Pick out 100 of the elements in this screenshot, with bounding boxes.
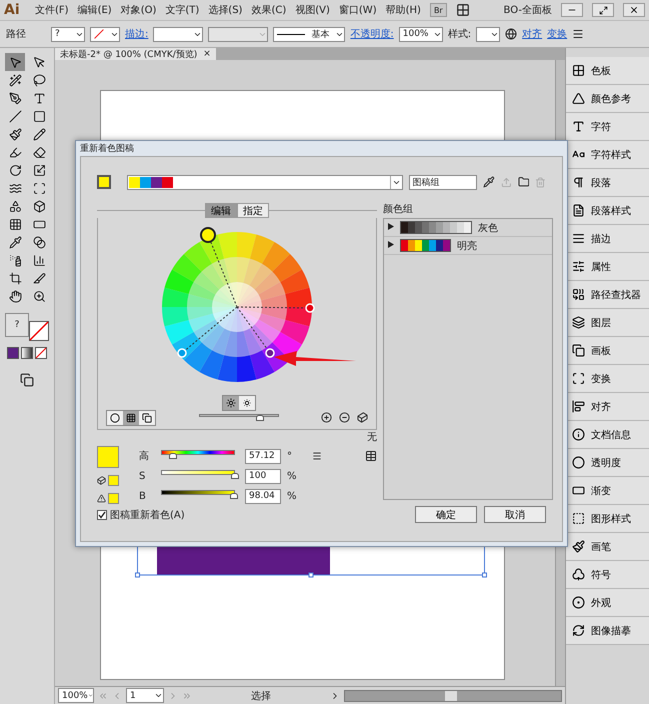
panel-button[interactable]: 字符 — [566, 113, 649, 141]
menu-item[interactable]: 视图(V) — [295, 3, 330, 17]
menu-icon[interactable] — [572, 28, 584, 40]
menu-item[interactable]: 选择(S) — [208, 3, 242, 17]
remove-color-icon[interactable] — [339, 412, 350, 423]
value-field[interactable]: 100 — [245, 468, 281, 484]
color-bars-button[interactable] — [139, 411, 155, 425]
segmented-wheel-button[interactable] — [123, 411, 139, 425]
menu-icon[interactable] — [312, 451, 322, 461]
menu-item[interactable]: 文件(F) — [35, 3, 69, 17]
menu-item[interactable]: 窗口(W) — [338, 3, 377, 17]
fill-dropdown[interactable]: ? — [51, 26, 85, 42]
scrollbar-thumb[interactable] — [445, 690, 457, 700]
slider-thumb[interactable] — [168, 453, 177, 459]
panel-button[interactable]: 属性 — [566, 253, 649, 281]
gradient-button[interactable] — [21, 347, 33, 359]
none-button[interactable] — [35, 347, 47, 359]
current-colors-dropdown[interactable] — [126, 174, 403, 190]
panel-button[interactable]: 透明度 — [566, 449, 649, 477]
expand-icon[interactable] — [388, 223, 394, 232]
harmony-note: 无 — [367, 432, 377, 443]
slider-thumb[interactable] — [231, 473, 239, 479]
selection-arrow-icon — [8, 56, 22, 68]
screen-mode-icon[interactable] — [20, 373, 34, 387]
menu-item[interactable]: 文字(T) — [165, 3, 200, 17]
selected-color-swatch — [97, 446, 119, 468]
panel-button[interactable]: 图层 — [566, 309, 649, 337]
panel-button[interactable]: 段落 — [566, 169, 649, 197]
panel-button[interactable]: 变换 — [566, 365, 649, 393]
zoom-field[interactable]: 100% — [58, 688, 94, 703]
bridge-button[interactable]: Br — [430, 3, 447, 17]
panel-button[interactable]: 描边 — [566, 225, 649, 253]
slider-thumb[interactable] — [256, 415, 264, 421]
horizontal-scrollbar[interactable] — [344, 690, 562, 702]
stroke-weight-field[interactable] — [153, 26, 204, 42]
panel-button[interactable]: 符号 — [566, 561, 649, 589]
add-color-icon[interactable] — [321, 412, 332, 423]
stroke-swatch[interactable] — [29, 321, 49, 341]
value-field[interactable]: 57.12 — [245, 448, 281, 464]
brightness-mode-switcher[interactable] — [222, 395, 256, 411]
panel-button[interactable]: 路径查找器 — [566, 281, 649, 309]
panel-button[interactable]: 渐变 — [566, 477, 649, 505]
layout-icon[interactable] — [456, 3, 470, 17]
folder-icon[interactable] — [518, 176, 530, 188]
align-link[interactable]: 对齐 — [522, 27, 542, 41]
panel-button[interactable]: 外观 — [566, 589, 649, 617]
eraser-icon — [32, 146, 46, 158]
panel-button[interactable]: 对齐 — [566, 393, 649, 421]
menu-item[interactable]: 对象(O) — [120, 3, 156, 17]
expand-icon[interactable] — [388, 241, 394, 250]
checkbox[interactable] — [97, 510, 107, 520]
panel-button[interactable]: 字符样式 — [566, 141, 649, 169]
transform-link[interactable]: 变换 — [547, 27, 568, 41]
page-field[interactable]: 1 — [126, 688, 164, 703]
selection-arrow-tool-button[interactable] — [5, 53, 25, 71]
value-field[interactable]: 98.04 — [245, 488, 281, 504]
ok-button[interactable]: 确定 — [415, 506, 477, 523]
cancel-button[interactable]: 取消 — [484, 506, 546, 523]
panel-button[interactable]: 色板 — [566, 57, 649, 85]
menu-item[interactable]: 效果(C) — [251, 3, 286, 17]
opacity-link[interactable]: 不透明度: — [350, 27, 394, 41]
brightness-button[interactable] — [222, 396, 238, 410]
stroke-profile-dropdown[interactable]: 基本 — [273, 26, 346, 42]
stroke-link[interactable]: 描边: — [125, 27, 148, 41]
tab[interactable]: 编辑 — [205, 203, 237, 218]
saturation-button[interactable] — [238, 396, 254, 410]
group-name-field[interactable]: 图稿组 — [408, 174, 478, 190]
wheel-view-switcher[interactable] — [106, 410, 156, 426]
workspace-switcher[interactable]: BO-全面板 — [504, 3, 552, 17]
tab[interactable]: 指定 — [237, 203, 269, 218]
crop-icon — [8, 272, 22, 284]
style-dropdown[interactable] — [476, 26, 500, 42]
fill-swatch[interactable]: ? — [5, 313, 29, 337]
maximize-button[interactable] — [592, 3, 614, 17]
close-button[interactable] — [623, 3, 645, 17]
menu-item[interactable]: 编辑(E) — [78, 3, 112, 17]
panel-button[interactable]: 画板 — [566, 337, 649, 365]
smooth-wheel-button[interactable] — [107, 411, 123, 425]
menu-item[interactable]: 帮助(H) — [386, 3, 421, 17]
checkbox-label: 图稿重新着色(A) — [110, 508, 185, 522]
panel-button[interactable]: 图像描摹 — [566, 617, 649, 645]
variable-width-dropdown[interactable] — [208, 26, 268, 42]
panel-button[interactable]: 段落样式 — [566, 197, 649, 225]
color-group-row[interactable]: 明亮 — [384, 237, 552, 255]
close-icon[interactable]: × — [203, 49, 211, 59]
panel-button[interactable]: 文档信息 — [566, 421, 649, 449]
eyedropper-icon[interactable] — [483, 176, 495, 188]
stroke-dropdown[interactable] — [90, 26, 120, 42]
panel-button[interactable]: 颜色参考 — [566, 85, 649, 113]
opacity-field[interactable]: 100% — [398, 26, 443, 42]
panel-button[interactable]: 画笔 — [566, 533, 649, 561]
slider-thumb[interactable] — [230, 493, 238, 499]
document-tab[interactable]: 未标题-2* @ 100% (CMYK/预览) × — [55, 48, 216, 60]
panel-button[interactable]: 图形样式 — [566, 505, 649, 533]
rotate-icon — [8, 164, 22, 176]
table-icon[interactable] — [365, 450, 377, 462]
color-button[interactable] — [7, 347, 19, 359]
globe-icon[interactable] — [505, 28, 518, 40]
color-group-row[interactable]: 灰色 — [384, 219, 552, 237]
link-colors-icon[interactable] — [357, 412, 368, 423]
